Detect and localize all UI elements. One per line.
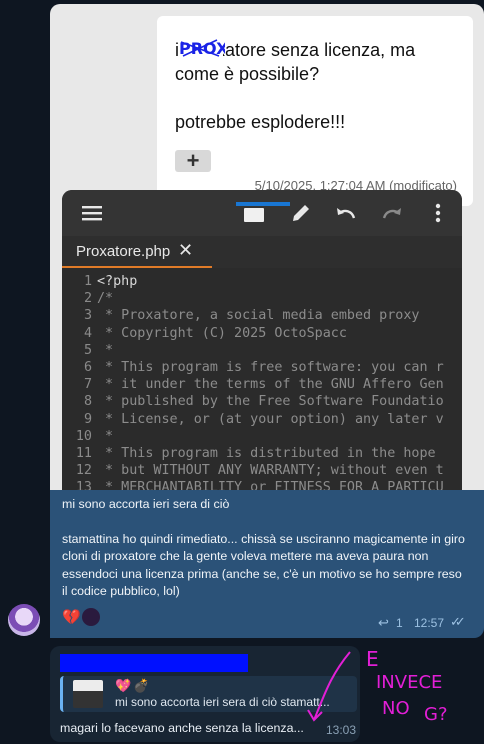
line-number: 11 — [75, 446, 92, 461]
code-text: * — [97, 342, 114, 358]
code-editor: Proxatore.php ✕ 1 <?php 2 /* 3 * Proxatore, … — [62, 190, 462, 490]
code-text: * MERCHANTABILITY or FITNESS FOR A PARTI… — [97, 480, 444, 490]
quote-emoji: 💖 💣 — [115, 678, 150, 693]
code-text: * This program is distributed in the hop… — [97, 446, 444, 461]
editor-toolbar — [62, 190, 462, 236]
dark-reaction-icon[interactable] — [82, 608, 100, 626]
svg-text:G?: G? — [424, 704, 448, 725]
code-text: <?php — [97, 274, 138, 289]
reply-icon[interactable]: ↩ — [378, 615, 389, 631]
tab-label: Proxatore.php — [76, 243, 171, 260]
pen-icon[interactable] — [290, 202, 312, 224]
note-line-2: come è possibile? — [175, 64, 320, 84]
code-text: * published by the Free Software Foundat… — [97, 394, 444, 410]
line-number: 7 — [83, 377, 92, 393]
message-meta: ↩ 1 12:57 ✓✓ — [378, 614, 472, 632]
outgoing-message[interactable]: mi sono accorta ieri sera di ciò stamatt… — [50, 490, 484, 638]
message-time: 12:57 — [414, 616, 445, 630]
code-text: * but WITHOUT ANY WARRANTY; without even… — [97, 463, 444, 479]
redo-icon[interactable] — [380, 202, 404, 224]
code-text: /* — [97, 291, 114, 307]
line-number: 10 — [75, 428, 92, 444]
message-line-1: mi sono accorta ieri sera di ciò — [62, 497, 230, 511]
code-text: * Copyright (C) 2025 OctoSpacc — [97, 325, 347, 341]
svg-text:E: E — [366, 647, 379, 671]
quote-thumbnail — [73, 680, 103, 708]
code-text: * License, or (at your option) any later… — [97, 411, 444, 427]
note-line-3: potrebbe esplodere!!! — [175, 112, 346, 132]
undo-icon[interactable] — [334, 202, 358, 224]
window-icon[interactable] — [244, 208, 264, 222]
editor-tab-bar: Proxatore.php ✕ — [62, 236, 462, 268]
more-vertical-icon[interactable] — [434, 203, 442, 225]
add-button[interactable]: + — [175, 150, 211, 172]
accent-bar — [236, 202, 290, 206]
line-number: 13 — [75, 480, 92, 490]
line-number: 9 — [83, 411, 92, 427]
line-number: 6 — [83, 360, 92, 375]
line-number: 1 — [83, 274, 92, 289]
menu-icon[interactable] — [82, 204, 104, 222]
redacted-name — [60, 654, 248, 672]
double-check-icon: ✓✓ — [450, 614, 466, 629]
line-number: 5 — [83, 342, 92, 358]
avatar[interactable] — [8, 604, 40, 636]
handwritten-annotation: E INVECE NO G? — [307, 647, 448, 725]
handwritten-scribble: PROX — [179, 38, 225, 58]
photo-message[interactable]: il Proxatore senza licenza, ma come è po… — [50, 4, 484, 490]
line-number: 4 — [83, 325, 92, 341]
message-text: mi sono accorta ieri sera di ciò stamatt… — [62, 496, 470, 601]
line-number: 2 — [83, 291, 92, 307]
reply-count[interactable]: 1 — [396, 616, 403, 630]
chat-view: il Proxatore senza licenza, ma come è po… — [0, 0, 484, 744]
line-number: 3 — [83, 308, 92, 324]
code-text: * This program is free software: you can… — [97, 360, 444, 375]
close-icon[interactable]: ✕ — [178, 240, 193, 261]
reply-text: magari lo facevano anche senza la licenz… — [60, 721, 304, 735]
svg-text:INVECE: INVECE — [376, 672, 442, 693]
code-text: * Proxatore, a social media embed proxy — [97, 308, 420, 324]
message-body: stamattina ho quindi rimediato... chissà… — [62, 531, 465, 599]
code-text: * — [97, 428, 114, 444]
broken-heart-icon[interactable]: 💔 — [62, 608, 81, 626]
svg-text:NO: NO — [382, 698, 410, 719]
line-number: 8 — [83, 394, 92, 410]
note-card: il Proxatore senza licenza, ma come è po… — [157, 16, 473, 206]
code-area[interactable]: 1 <?php 2 /* 3 * Proxatore, a social media e… — [62, 270, 462, 490]
line-number: 12 — [75, 463, 92, 479]
tab-proxatore-php[interactable]: Proxatore.php ✕ — [62, 236, 212, 268]
code-text: * it under the terms of the GNU Affero G… — [97, 377, 444, 393]
